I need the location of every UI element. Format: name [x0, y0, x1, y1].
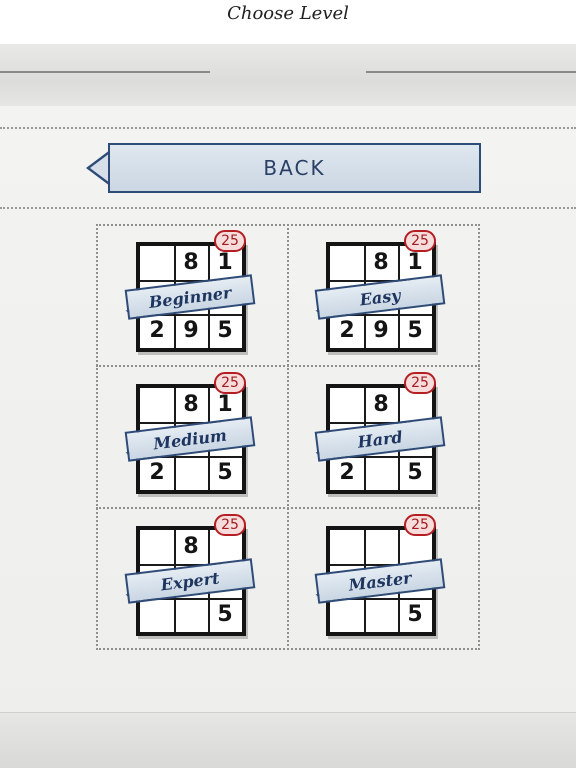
puzzle-count-badge: 25: [214, 230, 246, 252]
board-cell-digit: [364, 456, 398, 490]
board-cell-digit: [140, 530, 174, 564]
board-cell-digit: [330, 530, 364, 564]
back-button[interactable]: BACK: [108, 143, 481, 193]
board-cell-digit: 5: [407, 460, 423, 485]
board-cell-digit: 8: [373, 392, 389, 417]
board-cell-digit: 2: [339, 318, 355, 343]
board-cell-digit: [364, 530, 398, 564]
board-cell-digit: [364, 598, 398, 632]
board-cell-digit: 2: [149, 318, 165, 343]
level-name-label: Master: [347, 567, 413, 595]
board-cell-digit: [330, 388, 364, 422]
torn-paper-band: [0, 44, 576, 106]
level-name-label: Medium: [152, 425, 228, 453]
puzzle-count-badge: 25: [214, 514, 246, 536]
page-title: Choose Level: [227, 3, 349, 24]
board-cell-digit: [140, 246, 174, 280]
board-cell-digit: 9: [183, 318, 199, 343]
level-tile-hard[interactable]: 8 2 5 25 Hard: [286, 366, 446, 496]
level-name-label: Beginner: [147, 282, 233, 312]
puzzle-count-badge: 25: [404, 514, 436, 536]
board-cell-digit: 5: [217, 602, 233, 627]
level-tile-easy[interactable]: 8 1 2 9 5 25 Easy: [286, 224, 446, 354]
board-cell-digit: [174, 598, 208, 632]
board-cell-digit: 2: [339, 460, 355, 485]
board-cell-digit: 5: [217, 460, 233, 485]
board-cell-digit: 5: [217, 318, 233, 343]
board-cell-digit: 2: [149, 460, 165, 485]
board-cell-digit: [174, 456, 208, 490]
level-name-label: Easy: [358, 285, 402, 309]
board-cell-digit: 9: [373, 318, 389, 343]
ruled-line-right: [366, 71, 576, 73]
board-cell-digit: 8: [183, 534, 199, 559]
level-tile-beginner[interactable]: 8 1 2 9 5 25 Beginner: [96, 224, 256, 354]
level-name-label: Expert: [159, 567, 221, 595]
level-tile-master[interactable]: 5 25 Master: [286, 508, 446, 638]
board-cell-digit: [330, 598, 364, 632]
back-arrow-fill: [90, 153, 110, 183]
puzzle-count-badge: 25: [404, 230, 436, 252]
board-cell-digit: 5: [407, 318, 423, 343]
bottom-paper-band: [0, 712, 576, 768]
board-cell-digit: 8: [183, 250, 199, 275]
back-button-label: BACK: [263, 156, 326, 180]
board-cell-digit: 5: [407, 602, 423, 627]
level-tile-expert[interactable]: 8 5 25 Expert: [96, 508, 256, 638]
level-name-label: Hard: [356, 426, 404, 452]
title-bar: Choose Level: [0, 0, 576, 44]
ruled-line-left: [0, 71, 210, 73]
dotted-divider-top: [0, 127, 576, 129]
board-cell-digit: [140, 388, 174, 422]
puzzle-count-badge: 25: [404, 372, 436, 394]
puzzle-count-badge: 25: [214, 372, 246, 394]
board-cell-digit: 8: [373, 250, 389, 275]
board-cell-digit: [140, 598, 174, 632]
dotted-divider-bottom: [0, 207, 576, 209]
board-cell-digit: 8: [183, 392, 199, 417]
level-tile-medium[interactable]: 8 1 2 5 25 Medium: [96, 366, 256, 496]
board-cell-digit: [330, 246, 364, 280]
